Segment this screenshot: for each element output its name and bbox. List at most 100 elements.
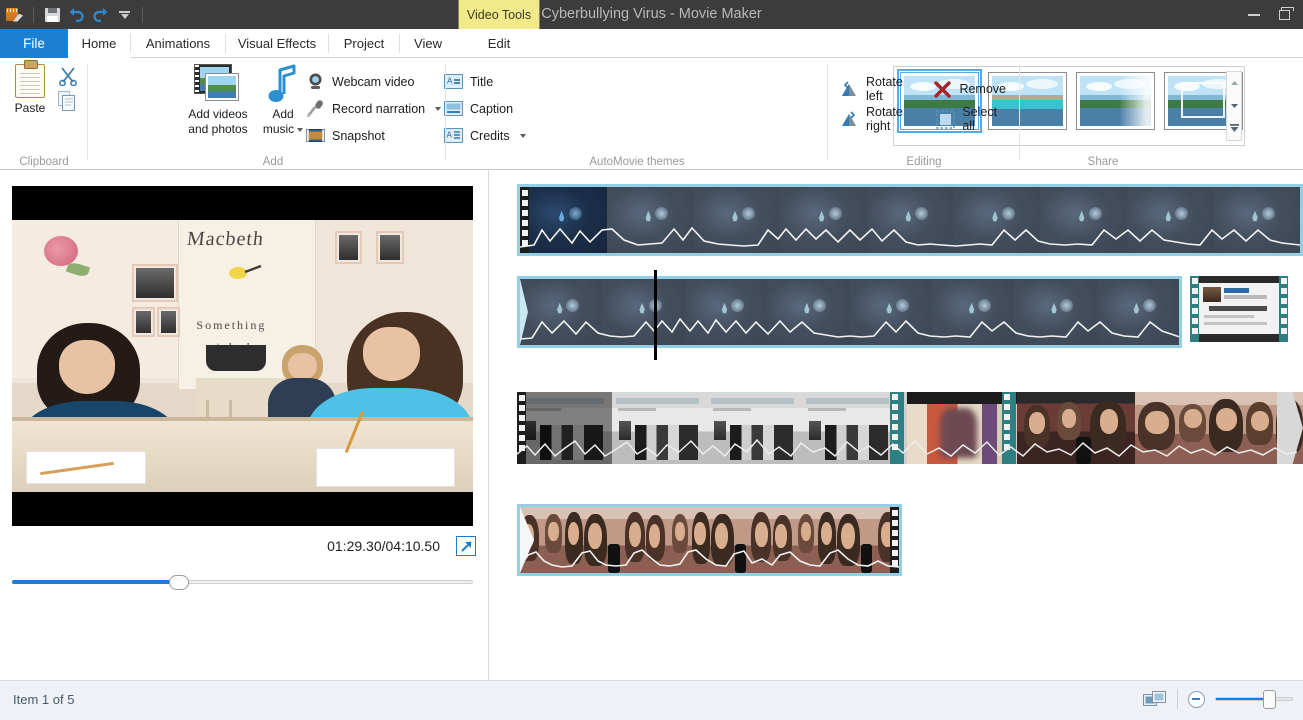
remove-button[interactable]: Remove — [933, 80, 1006, 99]
snapshot-button[interactable]: Snapshot — [306, 122, 446, 149]
select-all-icon — [936, 109, 956, 129]
window-title: Cyberbullying Virus - Movie Maker — [541, 6, 762, 22]
poster-line-1: Something — [196, 317, 267, 332]
snapshot-icon — [306, 126, 325, 145]
seek-fill — [12, 580, 178, 584]
microphone-icon — [306, 99, 325, 118]
select-all-button[interactable]: Select all — [936, 105, 1006, 133]
audio-waveform — [520, 317, 1179, 340]
tab-home[interactable]: Home — [68, 29, 130, 58]
add-music-label-1: Add — [272, 107, 294, 121]
redo-icon[interactable] — [89, 4, 111, 26]
zoom-slider[interactable] — [1215, 690, 1293, 709]
paste-button[interactable]: Paste — [8, 60, 52, 115]
clip-virus-intro[interactable] — [520, 187, 1300, 253]
clip-virus-continued[interactable] — [520, 279, 1179, 345]
record-narration-button[interactable]: Record narration — [306, 95, 446, 122]
customize-qat-icon[interactable] — [113, 4, 135, 26]
clip-girls-closeup[interactable] — [520, 507, 899, 573]
tab-visual-effects[interactable]: Visual Effects — [226, 29, 328, 58]
paste-label: Paste — [14, 101, 46, 115]
tab-animations[interactable]: Animations — [131, 29, 225, 58]
rotate-left-label: Rotate left — [866, 75, 903, 103]
music-note-icon — [266, 64, 300, 104]
ribbon-group-automovie: AutoMovie themes — [446, 58, 1245, 170]
audio-waveform — [517, 438, 1297, 458]
remove-label: Remove — [959, 82, 1006, 96]
rotate-left-icon — [840, 80, 859, 99]
qat-divider-2 — [142, 6, 143, 23]
webcam-video-label: Webcam video — [332, 74, 415, 89]
scissors-icon[interactable] — [58, 66, 78, 87]
timecode-display: 01:29.30/04:10.50 — [327, 538, 440, 554]
film-sprockets — [1279, 276, 1288, 342]
add-source-list: Webcam video Record narration Snapshot — [306, 68, 446, 149]
webcam-video-button[interactable]: Webcam video — [306, 68, 446, 95]
copy-icon[interactable] — [58, 91, 76, 111]
remove-icon — [933, 80, 952, 99]
ribbon-group-add: Add videos and photos Add music Webcam v… — [88, 58, 526, 170]
webcam-icon — [306, 72, 325, 91]
ribbon: Paste Clipboard Add videos and photos Ad… — [0, 58, 1303, 170]
fullscreen-button[interactable] — [456, 536, 476, 556]
quick-access-toolbar — [0, 4, 148, 26]
tab-edit[interactable]: Edit — [458, 29, 540, 58]
group-label-share: Share — [1087, 156, 1119, 168]
clip-hate-post[interactable] — [1190, 276, 1288, 342]
contextual-tab-video-tools: Video Tools — [458, 0, 540, 29]
chevron-down-icon[interactable] — [435, 106, 442, 111]
ribbon-tabs: File Home Animations Visual Effects Proj… — [0, 29, 1303, 87]
timeline-row-3[interactable] — [517, 392, 1303, 464]
app-menu-icon[interactable] — [4, 4, 26, 26]
thumbnail-size-icon[interactable] — [1143, 689, 1167, 709]
zoom-out-button[interactable] — [1188, 690, 1205, 708]
minimize-button[interactable] — [1239, 4, 1269, 26]
snapshot-label: Snapshot — [332, 128, 385, 143]
rotate-right-button[interactable]: Rotate right — [840, 105, 922, 133]
undo-icon[interactable] — [65, 4, 87, 26]
poster-title: Macbeth — [186, 228, 266, 251]
title-bar: Cyberbullying Virus - Movie Maker Video … — [0, 0, 1303, 29]
restore-button[interactable] — [1269, 4, 1299, 26]
zoom-slider-thumb[interactable] — [1263, 690, 1277, 709]
add-videos-label-2: and photos — [188, 122, 248, 136]
timeline-row-4[interactable] — [517, 504, 902, 576]
playhead[interactable] — [654, 270, 657, 360]
save-icon[interactable] — [41, 4, 63, 26]
status-bar: Item 1 of 5 — [0, 680, 1303, 720]
record-narration-label: Record narration — [332, 101, 426, 116]
tab-project[interactable]: Project — [329, 29, 399, 58]
movie-maker-window: Cyberbullying Virus - Movie Maker Video … — [0, 0, 1303, 720]
chevron-down-icon[interactable] — [297, 127, 304, 132]
rotate-left-button[interactable]: Rotate left — [840, 75, 919, 103]
add-music-label-2: music — [262, 122, 295, 136]
add-videos-label-1: Add videos — [188, 107, 248, 121]
rotate-right-icon — [840, 110, 859, 129]
ribbon-group-share: f Save movie Ke — [1020, 58, 1303, 170]
timeline-row-2[interactable] — [517, 276, 1182, 348]
ribbon-group-editing: Rotate left Remove Rotate right Select a… — [828, 58, 1020, 170]
qat-divider-1 — [33, 6, 34, 23]
seek-thumb[interactable] — [168, 575, 189, 590]
add-videos-icon — [194, 64, 242, 104]
preview-frame: Macbeth Something wicked... — [12, 220, 473, 492]
timeline-row-1[interactable] — [517, 184, 1303, 256]
preview-monitor[interactable]: Macbeth Something wicked... — [12, 186, 473, 526]
storyboard-timeline[interactable] — [489, 170, 1303, 680]
add-videos-and-photos-button[interactable]: Add videos and photos — [184, 64, 252, 137]
group-label-clipboard: Clipboard — [19, 156, 69, 168]
group-label-editing: Editing — [906, 156, 942, 168]
audio-waveform — [520, 549, 899, 568]
main-area: Macbeth Something wicked... — [0, 170, 1303, 680]
film-sprockets — [1190, 276, 1199, 342]
seek-slider[interactable] — [12, 574, 473, 590]
ribbon-group-clipboard: Paste Clipboard — [0, 58, 88, 170]
preview-pane: Macbeth Something wicked... — [0, 170, 488, 680]
add-music-button[interactable]: Add music — [258, 64, 308, 137]
clipboard-icon — [15, 60, 45, 98]
poster-spoon-graphic — [228, 264, 263, 280]
zoom-slider-fill — [1216, 698, 1267, 700]
tab-view[interactable]: View — [400, 29, 456, 58]
tab-file[interactable]: File — [0, 29, 68, 58]
expand-arrow-icon — [460, 540, 473, 553]
